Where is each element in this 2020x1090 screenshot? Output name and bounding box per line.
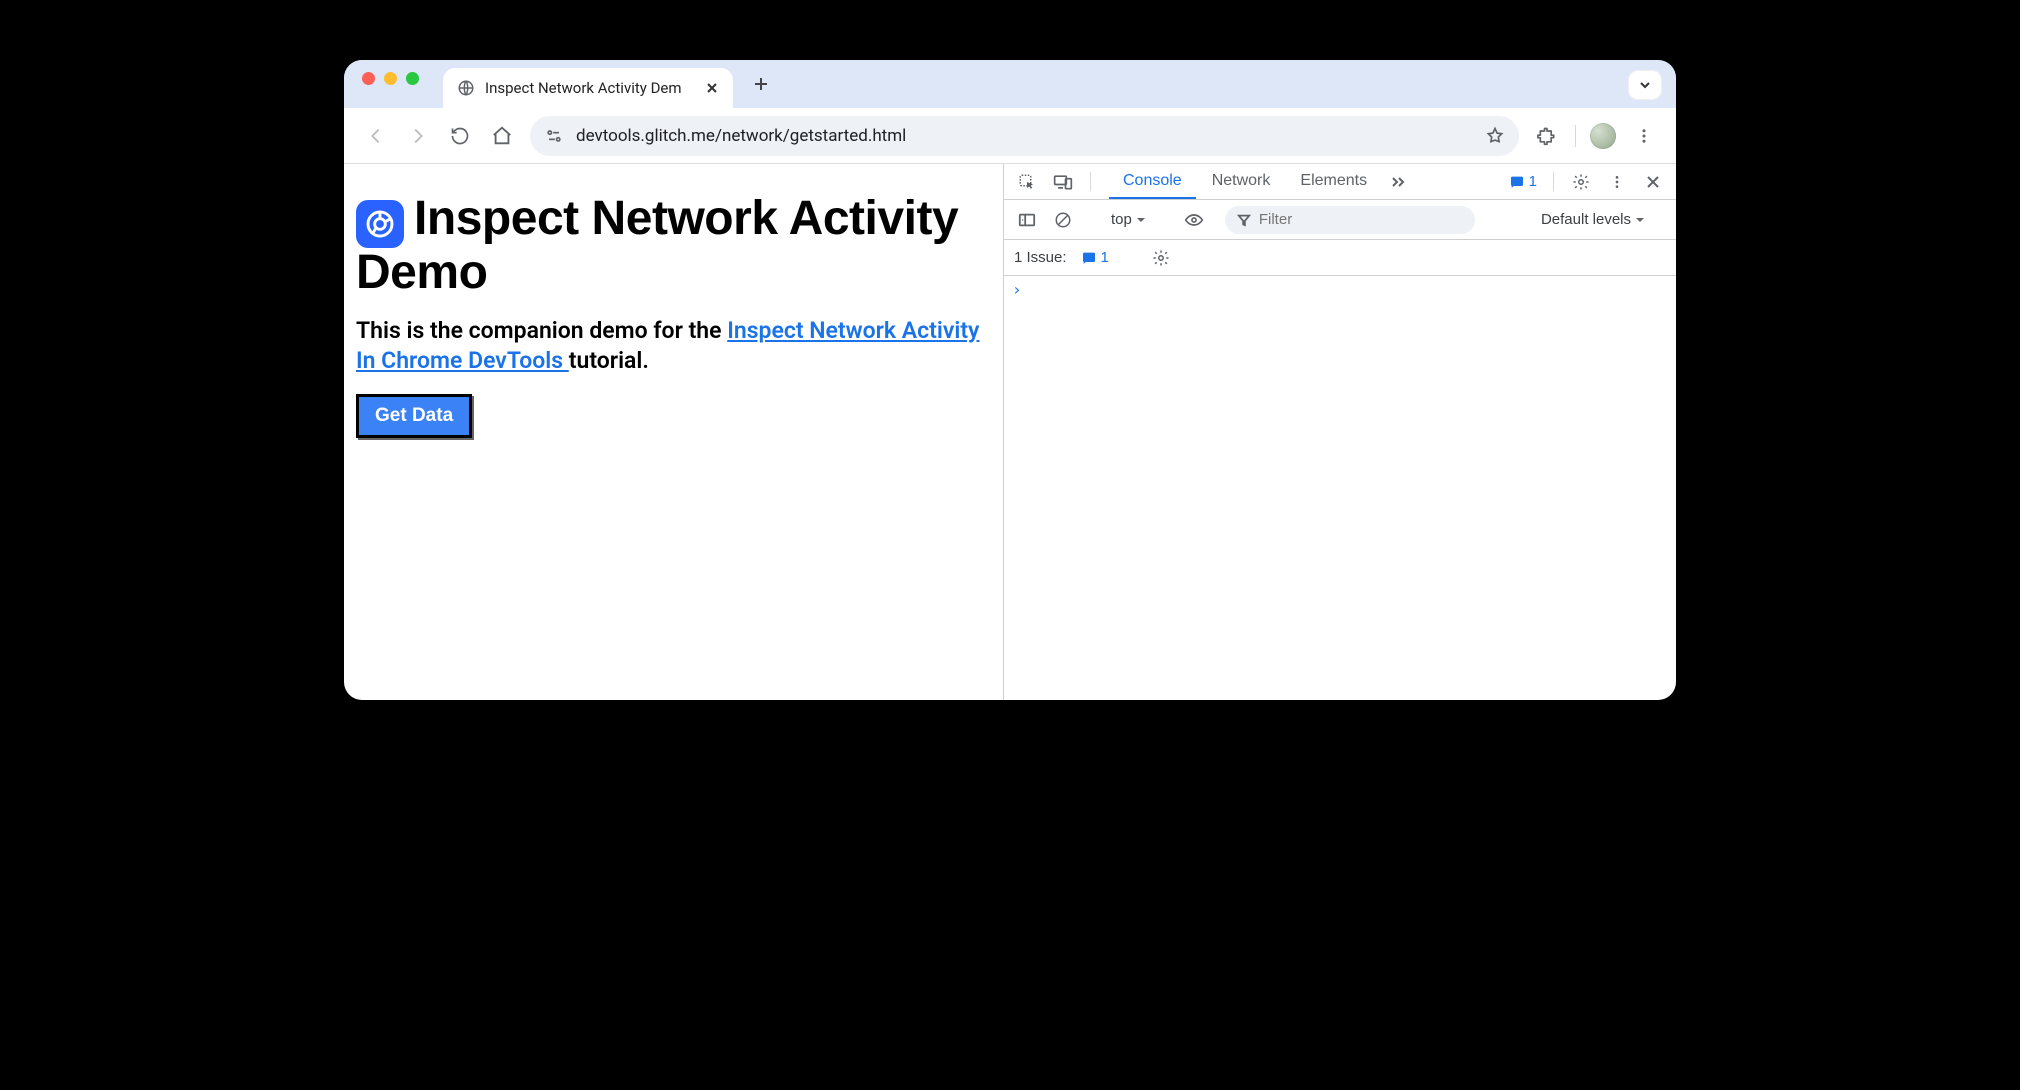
- forward-button[interactable]: [404, 122, 432, 150]
- window-maximize-button[interactable]: [406, 72, 419, 85]
- console-settings-icon[interactable]: [1146, 249, 1176, 267]
- url-text[interactable]: devtools.glitch.me/network/getstarted.ht…: [576, 126, 1473, 146]
- profile-avatar[interactable]: [1590, 123, 1616, 149]
- intro-paragraph: This is the companion demo for the Inspe…: [356, 316, 991, 376]
- more-tabs-icon[interactable]: [1383, 164, 1413, 199]
- get-data-button[interactable]: Get Data: [356, 394, 472, 438]
- live-expression-icon[interactable]: [1179, 213, 1209, 227]
- issues-indicator[interactable]: 1: [1505, 164, 1541, 199]
- tab-close-button[interactable]: [703, 79, 721, 97]
- new-tab-button[interactable]: [747, 70, 775, 98]
- filter-input[interactable]: [1259, 211, 1463, 228]
- console-body[interactable]: ›: [1004, 276, 1676, 700]
- issues-row-count: 1: [1101, 249, 1109, 266]
- browser-menu-button[interactable]: [1630, 122, 1658, 150]
- levels-label: Default levels: [1541, 211, 1631, 228]
- inspect-element-icon[interactable]: [1012, 164, 1042, 199]
- tab-title: Inspect Network Activity Dem: [485, 79, 693, 97]
- content-area: Inspect Network Activity Demo This is th…: [344, 164, 1676, 700]
- issues-row: 1 Issue: 1: [1004, 240, 1676, 276]
- page-title-text: Inspect Network Activity Demo: [356, 192, 958, 299]
- tab-elements[interactable]: Elements: [1286, 164, 1381, 199]
- chrome-icon: [356, 200, 404, 248]
- window-minimize-button[interactable]: [384, 72, 397, 85]
- tab-strip: Inspect Network Activity Dem: [344, 60, 1676, 108]
- extensions-button[interactable]: [1533, 122, 1561, 150]
- clear-console-icon[interactable]: [1048, 211, 1078, 229]
- sidebar-toggle-icon[interactable]: [1012, 212, 1042, 228]
- traffic-lights: [362, 60, 419, 108]
- issues-count: 1: [1529, 173, 1537, 190]
- issues-label: 1 Issue:: [1014, 249, 1067, 266]
- intro-text-post: tutorial.: [569, 347, 649, 374]
- reload-button[interactable]: [446, 122, 474, 150]
- window-close-button[interactable]: [362, 72, 375, 85]
- devtools-tabs: Console Network Elements: [1109, 164, 1413, 199]
- globe-icon: [457, 79, 475, 97]
- bookmark-icon[interactable]: [1485, 126, 1505, 146]
- webpage-viewport: Inspect Network Activity Demo This is th…: [344, 164, 1004, 700]
- browser-toolbar: devtools.glitch.me/network/getstarted.ht…: [344, 108, 1676, 164]
- console-toolbar: top Default levels: [1004, 200, 1676, 240]
- devtools-settings-icon[interactable]: [1566, 164, 1596, 199]
- tab-console[interactable]: Console: [1109, 164, 1196, 199]
- site-info-icon[interactable]: [544, 126, 564, 146]
- tab-network[interactable]: Network: [1198, 164, 1285, 199]
- context-selector[interactable]: top: [1103, 211, 1154, 228]
- address-bar[interactable]: devtools.glitch.me/network/getstarted.ht…: [530, 116, 1519, 156]
- context-label: top: [1111, 211, 1132, 228]
- tabs-dropdown-button[interactable]: [1628, 70, 1662, 100]
- devtools-menu-icon[interactable]: [1602, 164, 1632, 199]
- devtools-tabbar: Console Network Elements 1: [1004, 164, 1676, 200]
- device-toggle-icon[interactable]: [1048, 164, 1078, 199]
- console-filter[interactable]: [1225, 206, 1475, 234]
- log-levels-selector[interactable]: Default levels: [1541, 211, 1649, 228]
- console-prompt-caret: ›: [1012, 280, 1022, 299]
- devtools-close-icon[interactable]: [1638, 164, 1668, 199]
- home-button[interactable]: [488, 122, 516, 150]
- browser-tab[interactable]: Inspect Network Activity Dem: [443, 68, 733, 108]
- back-button[interactable]: [362, 122, 390, 150]
- browser-window: Inspect Network Activity Dem: [344, 60, 1676, 700]
- issues-pill[interactable]: 1: [1077, 249, 1113, 266]
- devtools-panel: Console Network Elements 1: [1004, 164, 1676, 700]
- filter-icon: [1237, 213, 1251, 227]
- page-title: Inspect Network Activity Demo: [356, 194, 991, 298]
- intro-text-pre: This is the companion demo for the: [356, 317, 727, 344]
